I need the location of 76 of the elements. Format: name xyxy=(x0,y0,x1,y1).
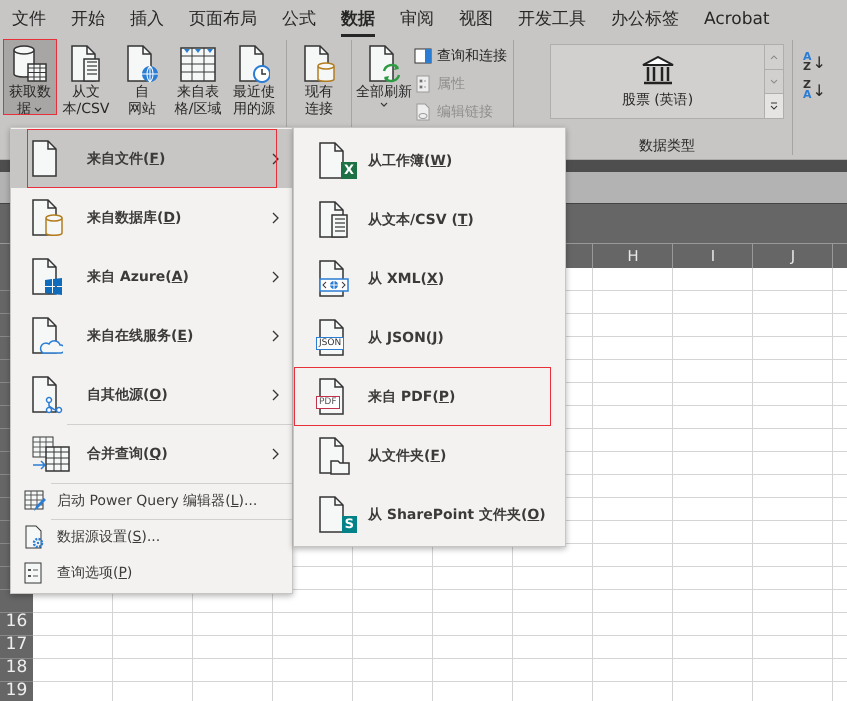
menu-item[interactable]: 自其他源(O) xyxy=(11,365,292,424)
menu-item-label: 启动 Power Query 编辑器(L)... xyxy=(57,492,258,510)
ribbon-small-button[interactable]: 查询和连接 xyxy=(414,44,507,68)
chevron-right-icon xyxy=(272,330,280,342)
data-type-item[interactable]: 股票 (英语) xyxy=(622,90,694,108)
menu-item[interactable]: 来自数据库(D) xyxy=(11,188,292,247)
chevron-right-icon xyxy=(272,270,280,282)
ribbon-tab[interactable]: 办公标签 xyxy=(611,0,679,37)
menu-item[interactable]: 来自 Azure(A) xyxy=(11,247,292,306)
chevron-right-icon xyxy=(272,152,280,164)
menu-item-label: 查询选项(P) xyxy=(57,564,132,582)
row-number: 19 xyxy=(4,678,28,701)
ribbon-tab[interactable]: Acrobat xyxy=(704,0,770,37)
chevron-right-icon xyxy=(272,388,280,400)
menu-item-label: 来自文件(F) xyxy=(87,150,166,168)
database-table-icon xyxy=(11,44,49,84)
row-number: 17 xyxy=(4,632,28,655)
menu-item-label: 从 SharePoint 文件夹(O) xyxy=(368,506,546,524)
ribbon-button[interactable]: 全部刷新 xyxy=(358,40,410,114)
menu-item-label: 从文本/CSV (T) xyxy=(368,210,474,228)
ribbon-button[interactable]: 来自表 格/区域 xyxy=(172,40,224,114)
merge-tables-icon xyxy=(31,434,71,474)
menu-item-label: 从文件夹(F) xyxy=(368,446,446,464)
column-header: J xyxy=(789,246,796,267)
chevron-right-icon xyxy=(272,448,280,460)
caret-icon xyxy=(33,106,43,114)
ribbon-tab[interactable]: 页面布局 xyxy=(189,0,257,37)
group-label: 数据类型 xyxy=(639,137,695,155)
ribbon-tab[interactable]: 插入 xyxy=(130,0,164,37)
bank-icon xyxy=(640,54,676,86)
menu-item-label: 来自 PDF(P) xyxy=(368,388,456,406)
ribbon-tab[interactable]: 开始 xyxy=(71,0,105,37)
caret-up-icon xyxy=(770,54,778,60)
menu-item[interactable]: X 从工作簿(W) xyxy=(294,131,565,190)
ribbon-tab[interactable]: 审阅 xyxy=(400,0,434,37)
gallery-more-button[interactable] xyxy=(765,94,783,118)
menu-item[interactable]: 从文本/CSV (T) xyxy=(294,190,565,249)
caret-icon xyxy=(379,101,389,109)
row-number: 18 xyxy=(4,656,28,678)
column-header: H xyxy=(626,246,640,267)
menu-item-label: 来自数据库(D) xyxy=(87,208,182,226)
menu-item-label: 合并查询(Q) xyxy=(87,444,168,462)
caret-down-icon xyxy=(770,78,778,84)
menu-item[interactable]: JSON 从 JSON(J) xyxy=(294,308,565,367)
row-number: 16 xyxy=(4,610,28,632)
column-header: I xyxy=(710,246,716,267)
properties-icon xyxy=(414,75,432,93)
expand-icon xyxy=(770,102,778,110)
chevron-right-icon xyxy=(272,212,280,224)
menu-item[interactable]: S 从 SharePoint 文件夹(O) xyxy=(294,485,565,544)
menu-item-label: 来自在线服务(E) xyxy=(87,326,194,344)
ribbon-button[interactable]: 现有 连接 xyxy=(293,40,345,114)
menu-item-label: 来自 Azure(A) xyxy=(87,268,189,286)
ribbon-button[interactable]: 最近使 用的源 xyxy=(228,40,280,114)
ribbon-button[interactable]: 自 网站 xyxy=(116,40,168,114)
menu-item[interactable]: PDF 来自 PDF(P) xyxy=(294,367,565,426)
menu-item[interactable]: 来自在线服务(E) xyxy=(11,306,292,365)
menu-item-label: 数据源设置(S)... xyxy=(57,528,160,546)
ribbon-tab[interactable]: 开发工具 xyxy=(518,0,586,37)
menu-item[interactable]: 查询选项(P) xyxy=(11,555,292,591)
menu-item-label: 从工作簿(W) xyxy=(368,152,452,170)
menu-item-label: 从 XML(X) xyxy=(368,270,444,288)
ribbon-button[interactable]: 从文 本/CSV xyxy=(60,40,112,114)
menu-item-label: 从 JSON(J) xyxy=(368,328,444,346)
menu-item[interactable]: 数据源设置(S)... xyxy=(11,519,292,555)
menu-item-label: 自其他源(O) xyxy=(87,386,168,404)
menu-item[interactable]: 从文件夹(F) xyxy=(294,426,565,485)
link-file-icon xyxy=(414,103,432,121)
panel-icon xyxy=(414,47,432,65)
menu-item[interactable]: 启动 Power Query 编辑器(L)... xyxy=(11,483,292,519)
menu-item[interactable]: 来自文件(F) xyxy=(11,129,292,188)
menu-item[interactable]: 合并查询(Q) xyxy=(11,424,292,483)
ribbon-tab[interactable]: 视图 xyxy=(459,0,493,37)
ribbon-tab[interactable]: 文件 xyxy=(12,0,46,37)
menu-item[interactable]: 从 XML(X) xyxy=(294,249,565,308)
ribbon-tab[interactable]: 公式 xyxy=(282,0,316,37)
